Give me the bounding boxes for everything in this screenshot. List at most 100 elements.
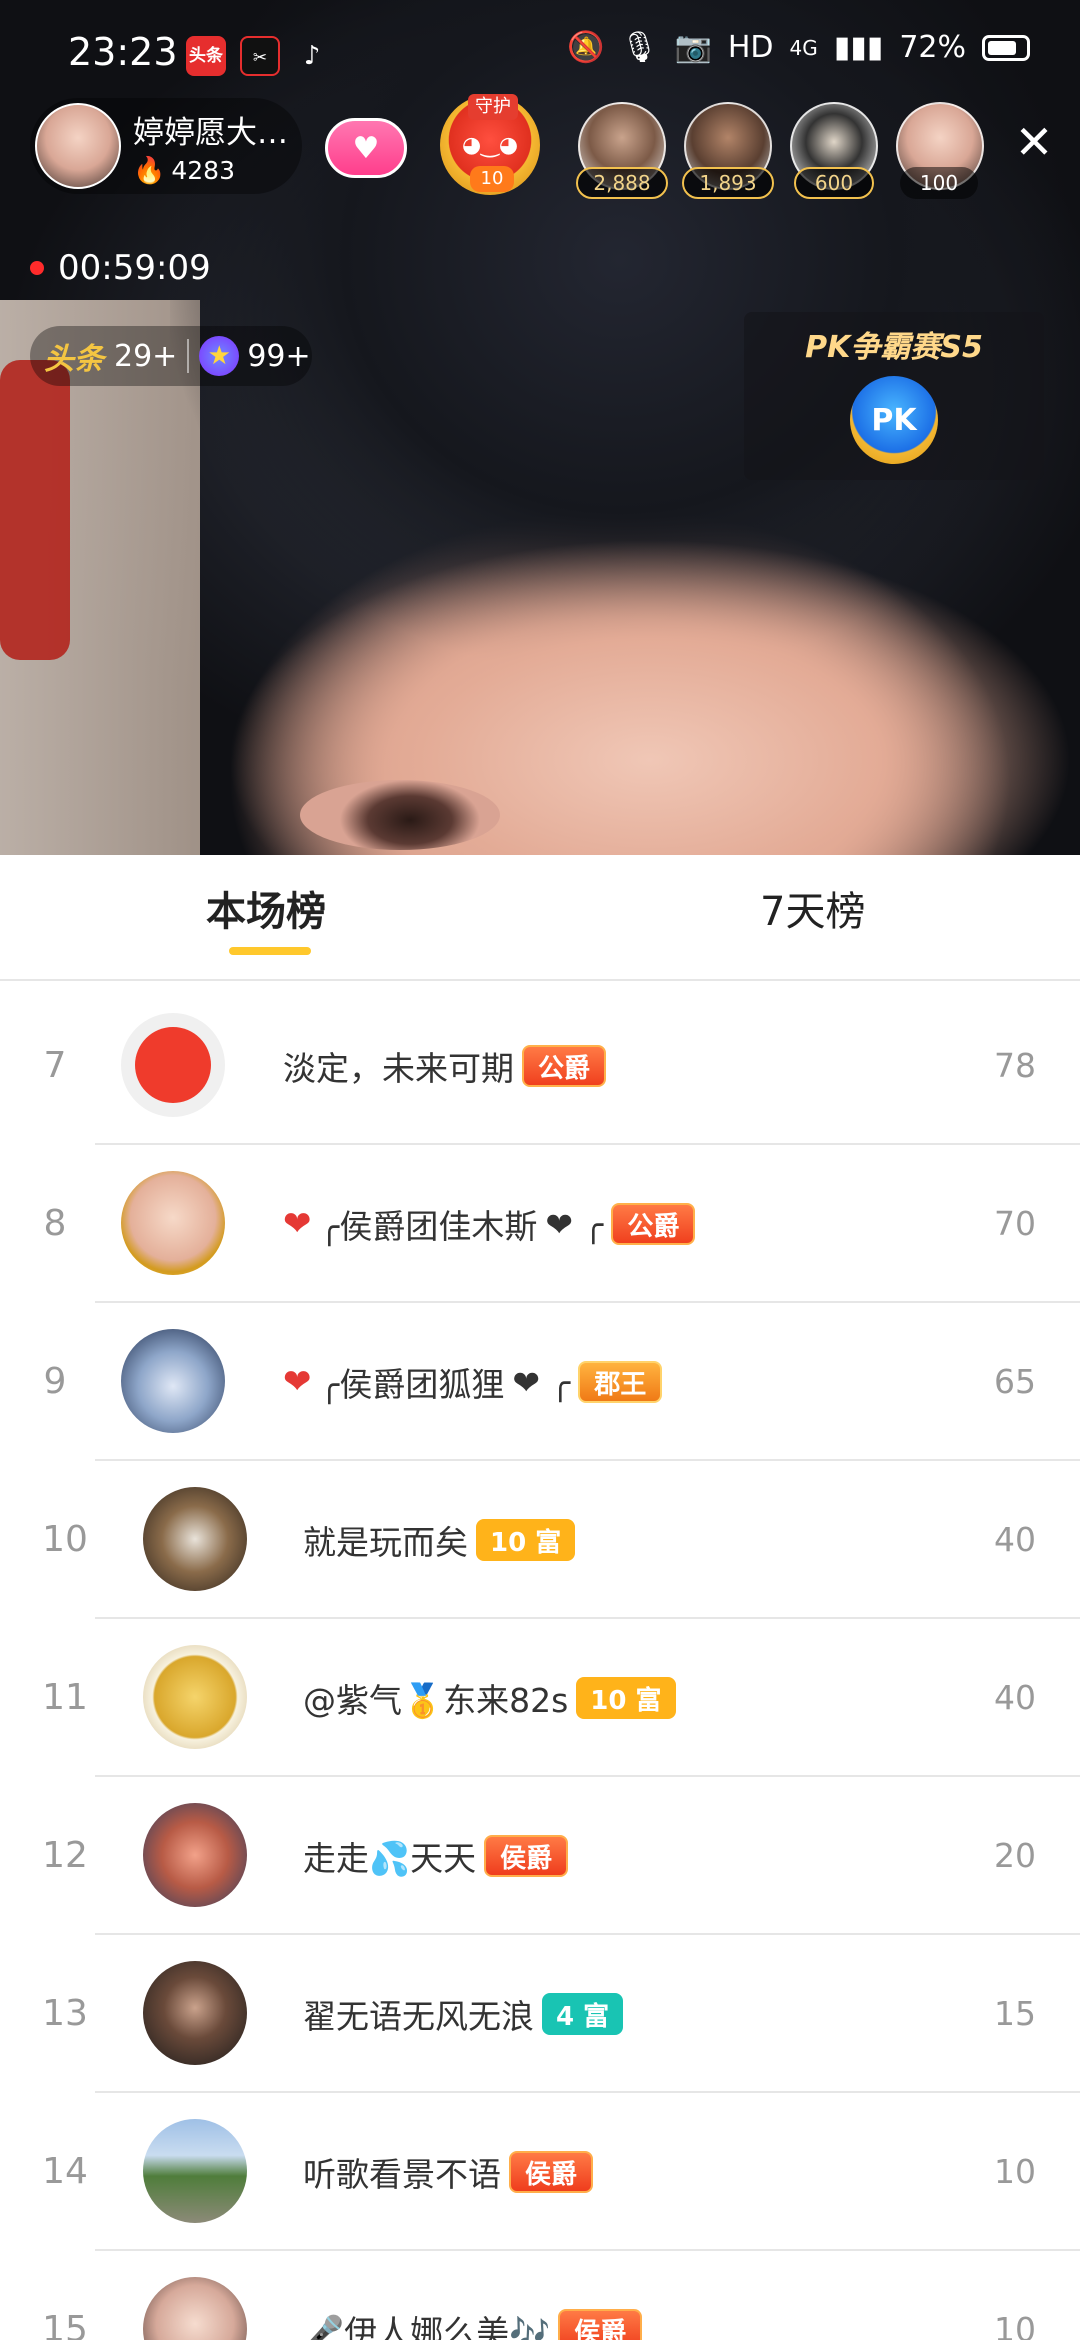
user-name-line: 🎤伊人娜么美🎶 侯爵: [303, 2251, 643, 2340]
live-timer: 00:59:09: [30, 248, 211, 288]
user-score: 40: [994, 1678, 1036, 1717]
rank-number: 13: [42, 1993, 88, 2034]
rank-badge: 公爵: [611, 1203, 696, 1245]
ranking-row[interactable]: 12 走走💦天天 侯爵 20: [0, 1777, 1080, 1935]
ranking-tabs: 本场榜 7天榜: [0, 855, 1080, 981]
user-name-suffix: ❤ ╭: [545, 1204, 604, 1244]
toutiao-rank-count: 29+: [114, 338, 178, 374]
rank-badge: 4 富: [542, 1993, 624, 2035]
top-viewer-count-2: 1,893: [682, 167, 774, 199]
user-name: @紫气🥇东来82s: [303, 1681, 569, 1720]
live-duration: 00:59:09: [58, 248, 211, 288]
ranking-pill[interactable]: 头条 29+ ★ 99+: [30, 326, 312, 386]
user-score: 65: [994, 1362, 1036, 1401]
ranking-row[interactable]: 8 ❤ ╭侯爵团佳木斯 ❤ ╭ 公爵 70: [0, 1145, 1080, 1303]
toutiao-rank-label: 头条: [44, 342, 104, 377]
ranking-sheet: 本场榜 7天榜 7 淡定，未来可期 公爵 78 8 ❤ ╭侯爵团佳木斯 ❤ ╭ …: [0, 855, 1080, 2340]
user-score: 15: [994, 1994, 1036, 2033]
guard-title: 守护: [468, 94, 518, 120]
user-name-suffix: ❤ ╭: [512, 1362, 571, 1402]
user-name: ╭侯爵团佳木斯: [319, 1207, 538, 1246]
video-background-chair: [0, 360, 70, 660]
rank-number: 15: [42, 2309, 88, 2340]
rank-number: 7: [43, 1045, 67, 1086]
ranking-row[interactable]: 9 ❤ ╭侯爵团狐狸 ❤ ╭ 郡王 65: [0, 1303, 1080, 1461]
host-heat: 🔥 4283: [133, 156, 288, 186]
user-avatar[interactable]: [121, 1171, 225, 1275]
rank-badge: 10 富: [576, 1677, 676, 1719]
rank-number: 11: [42, 1677, 88, 1718]
user-avatar[interactable]: [143, 2119, 247, 2223]
tab-seven-days[interactable]: 7天榜: [760, 879, 865, 937]
user-avatar[interactable]: [143, 1645, 247, 1749]
capcut-app-icon: ✂: [240, 36, 280, 76]
rank-number: 8: [43, 1203, 67, 1244]
status-bar: 23:23 头条 ✂ ♪ 🔕 🎙 📷 HD 4G ▮▮▮ 72%: [0, 0, 1080, 105]
rank-number: 10: [42, 1519, 88, 1560]
rank-number: 14: [42, 2151, 88, 2192]
user-score: 20: [994, 1836, 1036, 1875]
ranking-row[interactable]: 11 @紫气🥇东来82s 10 富 40: [0, 1619, 1080, 1777]
rank-badge: 侯爵: [509, 2151, 594, 2193]
host-heat-value: 4283: [171, 156, 235, 185]
user-name: 走走💦天天: [303, 1839, 477, 1878]
heart-icon: ❤: [283, 1204, 312, 1244]
tab-current-session[interactable]: 本场榜: [206, 879, 326, 937]
rank-number: 12: [42, 1835, 88, 1876]
rank-badge: 10 富: [476, 1519, 576, 1561]
flame-icon: 🔥: [133, 155, 166, 186]
guard-level: 10: [470, 166, 514, 192]
host-text: 婷婷愿大… 🔥 4283: [133, 107, 288, 186]
host-avatar[interactable]: [35, 103, 121, 189]
close-icon[interactable]: ✕: [1012, 119, 1056, 165]
top-viewer-count-4: 100: [900, 167, 978, 199]
microphone-icon: 🎙: [620, 30, 659, 65]
heart-icon: ❤: [283, 1362, 312, 1402]
user-score: 10: [994, 2310, 1036, 2340]
heart-wings-icon: ♥: [352, 130, 380, 166]
network-label: HD: [727, 30, 774, 65]
user-score: 10: [994, 2152, 1036, 2191]
host-info-pill[interactable]: 婷婷愿大… 🔥 4283: [30, 98, 302, 194]
status-right-group: 🔕 🎙 📷 HD 4G ▮▮▮ 72%: [567, 30, 1030, 65]
user-name-line: 淡定，未来可期 公爵: [283, 987, 607, 1145]
screen: 23:23 头条 ✂ ♪ 🔕 🎙 📷 HD 4G ▮▮▮ 72% 婷婷愿大… 🔥…: [0, 0, 1080, 2340]
rank-badge: 公爵: [522, 1045, 607, 1087]
user-name-line: 就是玩而矣 10 富: [303, 1461, 576, 1619]
star-icon: ★: [199, 336, 240, 376]
user-avatar[interactable]: [143, 1961, 247, 2065]
user-avatar[interactable]: [121, 1013, 225, 1117]
user-name-line: @紫气🥇东来82s 10 富: [303, 1619, 676, 1777]
battery-label: 72%: [899, 30, 966, 65]
user-name-line: ❤ ╭侯爵团狐狸 ❤ ╭ 郡王: [283, 1303, 663, 1461]
user-name: 🎤伊人娜么美🎶: [303, 2313, 551, 2340]
ranking-list: 7 淡定，未来可期 公爵 78 8 ❤ ╭侯爵团佳木斯 ❤ ╭ 公爵 70 9 …: [0, 987, 1080, 2340]
ranking-row[interactable]: 13 翟无语无风无浪 4 富 15: [0, 1935, 1080, 2093]
ranking-row[interactable]: 7 淡定，未来可期 公爵 78: [0, 987, 1080, 1145]
user-avatar[interactable]: [143, 1487, 247, 1591]
pk-badge-icon[interactable]: PK: [850, 376, 938, 464]
ranking-row[interactable]: 15 🎤伊人娜么美🎶 侯爵 10: [0, 2251, 1080, 2340]
user-name: 淡定，未来可期: [283, 1049, 514, 1088]
bell-off-icon: 🔕: [567, 30, 605, 65]
top-viewer-count-3: 600: [794, 167, 874, 199]
user-score: 70: [994, 1204, 1036, 1243]
tiktok-app-icon: ♪: [303, 41, 321, 71]
pk-event-card[interactable]: PK争霸赛S5 PK: [744, 312, 1044, 480]
camera-icon: 📷: [674, 30, 712, 65]
user-score: 40: [994, 1520, 1036, 1559]
pk-event-title: PK争霸赛S5: [805, 330, 983, 365]
rank-number: 9: [43, 1361, 67, 1402]
user-avatar[interactable]: [143, 1803, 247, 1907]
ranking-row[interactable]: 10 就是玩而矣 10 富 40: [0, 1461, 1080, 1619]
user-name-line: 翟无语无风无浪 4 富: [303, 1935, 624, 2093]
user-name-line: 听歌看景不语 侯爵: [303, 2093, 594, 2251]
user-avatar[interactable]: [143, 2277, 247, 2340]
ranking-row[interactable]: 14 听歌看景不语 侯爵 10: [0, 2093, 1080, 2251]
user-avatar[interactable]: [121, 1329, 225, 1433]
user-name: 就是玩而矣: [303, 1523, 468, 1562]
host-name: 婷婷愿大…: [133, 114, 288, 151]
video-subject-eye: [300, 780, 500, 850]
signal-label: 4G: [789, 35, 818, 60]
follow-heart-button[interactable]: ♥: [325, 118, 407, 178]
